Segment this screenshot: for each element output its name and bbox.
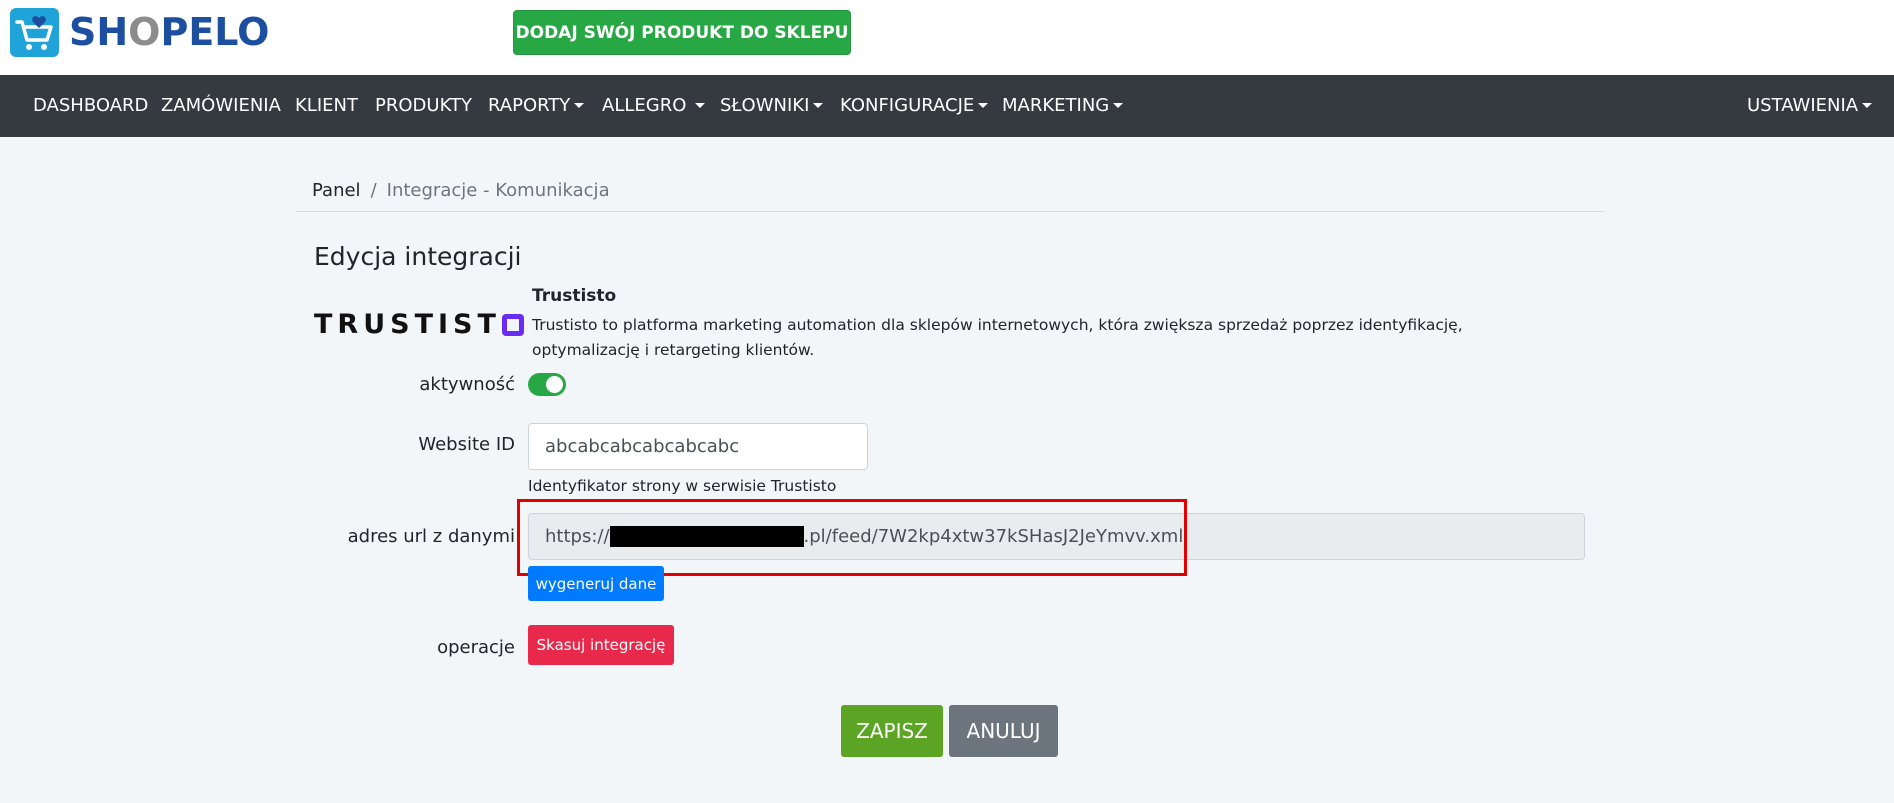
- chevron-down-icon: [1862, 102, 1873, 108]
- nav-allegro-label: ALLEGRO: [602, 95, 687, 116]
- chevron-down-icon: [695, 102, 706, 108]
- save-button[interactable]: ZAPISZ: [841, 705, 943, 757]
- trustisto-logo: TRUSTIST: [314, 309, 524, 340]
- breadcrumb: Panel / Integracje - Komunikacja: [312, 180, 610, 201]
- top-header: SHOPELO DODAJ SWÓJ PRODUKT DO SKLEPU: [0, 0, 1894, 75]
- logo-wordmark: SHOPELO: [69, 10, 270, 54]
- toggle-knob: [546, 376, 563, 393]
- chevron-down-icon: [813, 102, 824, 108]
- website-id-input[interactable]: abcabcabcabcabcabc: [528, 423, 868, 470]
- highlight-box: [517, 499, 1187, 576]
- website-id-label: Website ID: [418, 434, 515, 455]
- trustisto-logo-mark-icon: [501, 313, 524, 336]
- nav-configurations-label: KONFIGURACJE: [840, 95, 975, 116]
- nav-dashboard-label: DASHBOARD: [33, 95, 149, 116]
- operations-label: operacje: [437, 637, 515, 658]
- main-navbar: DASHBOARD ZAMÓWIENIA KLIENT PRODUKTY RAP…: [0, 75, 1894, 137]
- shopelo-logo[interactable]: SHOPELO: [10, 8, 269, 57]
- nav-dictionaries-label: SŁOWNIKI: [720, 95, 810, 116]
- integration-description: Trustisto to platforma marketing automat…: [532, 316, 1463, 359]
- cancel-button[interactable]: ANULUJ: [949, 705, 1058, 757]
- url-label: adres url z danymi: [347, 526, 515, 547]
- breadcrumb-divider: [295, 211, 1605, 212]
- breadcrumb-panel-link[interactable]: Panel: [312, 180, 361, 201]
- nav-configurations[interactable]: KONFIGURACJE: [840, 75, 989, 137]
- trustisto-logo-text: TRUSTIST: [314, 309, 501, 340]
- add-product-button[interactable]: DODAJ SWÓJ PRODUKT DO SKLEPU: [513, 10, 851, 55]
- website-id-help: Identyfikator strony w serwisie Trustist…: [528, 477, 837, 495]
- nav-dashboard[interactable]: DASHBOARD: [33, 75, 148, 137]
- nav-products-label: PRODUKTY: [375, 95, 472, 116]
- nav-client-label: KLIENT: [295, 95, 358, 116]
- nav-marketing-label: MARKETING: [1002, 95, 1110, 116]
- breadcrumb-current: Integracje - Komunikacja: [386, 180, 610, 201]
- nav-marketing[interactable]: MARKETING: [1002, 75, 1124, 137]
- nav-client[interactable]: KLIENT: [295, 75, 358, 137]
- website-id-value: abcabcabcabcabcabc: [545, 436, 740, 457]
- page-title: Edycja integracji: [314, 242, 522, 271]
- nav-reports[interactable]: RAPORTY: [488, 75, 585, 137]
- generate-data-button[interactable]: wygeneruj dane: [528, 566, 664, 601]
- nav-settings[interactable]: USTAWIENIA: [1747, 75, 1873, 137]
- nav-orders-label: ZAMÓWIENIA: [161, 95, 281, 116]
- activity-label: aktywność: [419, 374, 515, 395]
- nav-dictionaries[interactable]: SŁOWNIKI: [720, 75, 824, 137]
- breadcrumb-separator: /: [370, 180, 377, 201]
- integration-name: Trustisto: [532, 286, 617, 306]
- nav-orders[interactable]: ZAMÓWIENIA: [161, 75, 281, 137]
- delete-integration-button[interactable]: Skasuj integrację: [528, 625, 674, 665]
- nav-products[interactable]: PRODUKTY: [375, 75, 472, 137]
- chevron-down-icon: [574, 102, 585, 108]
- chevron-down-icon: [978, 102, 989, 108]
- chevron-down-icon: [1113, 102, 1124, 108]
- nav-reports-label: RAPORTY: [488, 95, 571, 116]
- nav-settings-label: USTAWIENIA: [1747, 95, 1859, 116]
- activity-toggle[interactable]: [528, 373, 566, 396]
- shopping-cart-icon: [10, 8, 59, 57]
- nav-allegro[interactable]: ALLEGRO: [602, 75, 706, 137]
